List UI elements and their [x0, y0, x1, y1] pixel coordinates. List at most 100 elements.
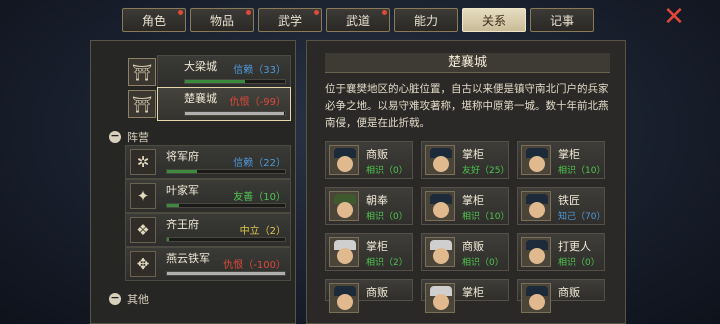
- relation-bar-fill: [185, 112, 284, 115]
- tab-item[interactable]: 关系: [462, 8, 526, 32]
- section-factions[interactable]: − 阵营: [109, 129, 149, 145]
- head-shape: [337, 156, 353, 172]
- npc-relation: 相识（0）: [366, 166, 408, 176]
- npc-card[interactable]: 掌柜相识（10）: [517, 141, 605, 179]
- npc-card[interactable]: 商贩: [517, 279, 605, 313]
- detail-panel: 楚襄城 位于襄樊地区的心脏位置，自古以来便是镇守南北门户的兵家必争之地。以易守难…: [306, 40, 626, 324]
- tab-label: 武学: [277, 13, 302, 28]
- npc-card[interactable]: 掌柜 相识（10）: [421, 187, 509, 225]
- tab-item[interactable]: 物品: [190, 8, 254, 32]
- npc-card[interactable]: 商贩相识（0）: [421, 233, 509, 271]
- section-label: 阵营: [127, 131, 149, 144]
- notification-dot-icon: [246, 10, 251, 15]
- npc-portrait: [329, 145, 359, 175]
- npc-portrait: [329, 237, 359, 267]
- tab-label: 物品: [209, 13, 234, 28]
- city-row[interactable]: ⛩ 大梁城 信赖（33）: [128, 55, 291, 89]
- faction-emblem-icon: ✲: [130, 149, 156, 175]
- tab-item[interactable]: 角色: [122, 8, 186, 32]
- head-shape: [337, 294, 353, 310]
- head-shape: [433, 202, 449, 218]
- npc-name: 掌柜: [366, 240, 388, 253]
- collapse-icon: −: [109, 291, 121, 305]
- npc-name: 商贩: [366, 148, 388, 161]
- city-name: 楚襄城: [184, 92, 217, 105]
- npc-relation: 相识（0）: [366, 212, 408, 222]
- relation-bar: [166, 237, 286, 242]
- relation-bar-fill: [167, 170, 197, 173]
- npc-card[interactable]: 掌柜相识（2）: [325, 233, 413, 271]
- tab-bar: 角色 物品 武学 武道 能力 关系 记事: [122, 8, 594, 32]
- tab-label: 能力: [413, 13, 438, 28]
- faction-emblem-icon: ✥: [130, 251, 156, 277]
- npc-name: 掌柜: [462, 148, 484, 161]
- tab-item[interactable]: 记事: [530, 8, 594, 32]
- npc-card[interactable]: 朝奉相识（0）: [325, 187, 413, 225]
- city-row[interactable]: ⛩ 楚襄城 仇恨（-99）: [128, 87, 291, 121]
- npc-name: 铁匠: [558, 194, 580, 207]
- relation-bar-fill: [167, 272, 285, 275]
- npc-relation: 知己（70）: [558, 212, 606, 222]
- relation-bar-fill: [167, 204, 179, 207]
- npc-card[interactable]: 掌柜: [421, 279, 509, 313]
- faction-row[interactable]: ✥ 燕云铁军 仇恨（-100）: [125, 247, 291, 281]
- npc-name: 打更人: [558, 240, 591, 253]
- faction-name: 齐王府: [166, 218, 199, 231]
- faction-name: 叶家军: [166, 184, 199, 197]
- npc-portrait: [329, 283, 359, 313]
- city-relation: 仇恨（-99）: [229, 97, 286, 108]
- npc-portrait: [425, 191, 455, 221]
- relation-bar-fill: [167, 238, 170, 241]
- head-shape: [337, 202, 353, 218]
- tab-item[interactable]: 武学: [258, 8, 322, 32]
- faction-row[interactable]: ✦ 叶家军友善（10）: [125, 179, 291, 213]
- faction-relation: 信赖（22）: [233, 158, 286, 169]
- head-shape: [529, 156, 545, 172]
- relation-bar: [166, 203, 286, 208]
- npc-card[interactable]: 商贩相识（0）: [325, 141, 413, 179]
- npc-card[interactable]: 打更人相识（0）: [517, 233, 605, 271]
- npc-card[interactable]: 掌柜友好（25）: [421, 141, 509, 179]
- detail-description: 位于襄樊地区的心脏位置，自古以来便是镇守南北门户的兵家必争之地。以易守难攻著称，…: [325, 83, 609, 129]
- npc-relation: 相识（0）: [462, 258, 504, 268]
- npc-relation: 相识（2）: [366, 258, 408, 268]
- faction-emblem-icon: ❖: [130, 217, 156, 243]
- head-shape: [433, 294, 449, 310]
- npc-relation: 相识（0）: [558, 258, 600, 268]
- faction-relation: 仇恨（-100）: [223, 260, 286, 271]
- notification-dot-icon: [382, 10, 387, 15]
- relation-bar: [166, 169, 286, 174]
- section-others[interactable]: − 其他: [109, 291, 149, 307]
- npc-relation: 相识（10）: [558, 166, 606, 176]
- npc-portrait: [425, 145, 455, 175]
- city-gate-icon: ⛩: [128, 58, 156, 86]
- notification-dot-icon: [178, 10, 183, 15]
- city-name: 大梁城: [184, 60, 217, 73]
- faction-row[interactable]: ❖ 齐王府中立（2）: [125, 213, 291, 247]
- relation-list-panel: − 阵营 − 其他 ⛩ 大梁城 信赖（33） ⛩ 楚襄城 仇恨（-99） ✲ 将军府 信赖（22…: [90, 40, 296, 324]
- close-icon[interactable]: ✕: [662, 4, 686, 30]
- tab-item[interactable]: 武道: [326, 8, 390, 32]
- notification-dot-icon: [314, 10, 319, 15]
- faction-relation: 中立（2）: [239, 226, 286, 237]
- tab-item[interactable]: 能力: [394, 8, 458, 32]
- faction-name: 将军府: [166, 150, 199, 163]
- npc-portrait: [521, 191, 551, 221]
- city-gate-icon: ⛩: [128, 90, 156, 118]
- npc-name: 商贩: [462, 240, 484, 253]
- head-shape: [529, 294, 545, 310]
- npc-relation: 友好（25）: [462, 166, 510, 176]
- npc-name: 朝奉: [366, 194, 388, 207]
- faction-row[interactable]: ✲ 将军府信赖（22）: [125, 145, 291, 179]
- npc-card[interactable]: 铁匠知己（70）: [517, 187, 605, 225]
- faction-emblem-icon: ✦: [130, 183, 156, 209]
- npc-name: 掌柜: [558, 148, 580, 161]
- head-shape: [529, 248, 545, 264]
- npc-name: 掌柜: [462, 286, 484, 299]
- section-label: 其他: [127, 293, 149, 306]
- npc-card[interactable]: 商贩: [325, 279, 413, 313]
- faction-relation: 友善（10）: [233, 192, 286, 203]
- tab-label: 角色: [141, 13, 166, 28]
- detail-title: 楚襄城: [325, 53, 610, 73]
- relation-bar-fill: [185, 80, 245, 83]
